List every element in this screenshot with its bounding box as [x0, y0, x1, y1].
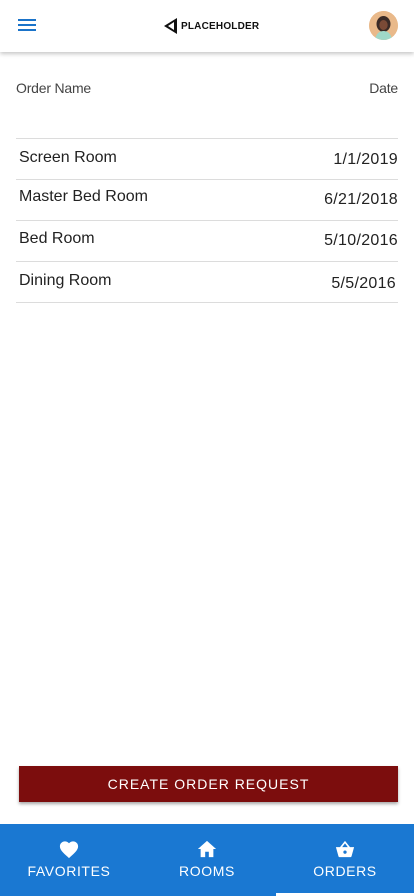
table-row[interactable]: Screen Room 1/1/2019	[16, 139, 398, 180]
table-row[interactable]: Master Bed Room 6/21/2018	[16, 180, 398, 221]
order-name: Bed Room	[19, 230, 95, 247]
create-order-request-button[interactable]: CREATE ORDER REQUEST	[19, 766, 398, 802]
logo-arrow-icon	[164, 18, 177, 34]
table-row[interactable]: Bed Room 5/10/2016	[16, 221, 398, 262]
order-date: 6/21/2018	[324, 191, 398, 208]
column-header-date: Date	[369, 80, 398, 96]
basket-icon	[333, 838, 357, 860]
table-header: Order Name Date	[16, 80, 398, 100]
top-app-bar: PLACEHOLDER	[0, 0, 414, 52]
menu-icon[interactable]	[16, 16, 40, 36]
order-date: 5/5/2016	[331, 275, 396, 292]
logo-text: PLACEHOLDER	[181, 20, 260, 32]
order-name: Screen Room	[19, 149, 117, 166]
order-date: 5/10/2016	[324, 232, 398, 249]
nav-orders[interactable]: ORDERS	[276, 824, 414, 896]
order-date: 1/1/2019	[333, 151, 398, 168]
order-name: Master Bed Room	[19, 188, 148, 205]
nav-favorites-label: FAVORITES	[27, 863, 111, 879]
logo: PLACEHOLDER	[163, 16, 259, 36]
avatar-icon	[369, 11, 398, 40]
home-icon	[195, 838, 219, 860]
table-row[interactable]: Dining Room 5/5/2016	[16, 262, 398, 303]
column-header-order-name: Order Name	[16, 80, 92, 96]
nav-rooms[interactable]: ROOMS	[138, 824, 276, 896]
avatar[interactable]	[369, 11, 398, 40]
nav-favorites[interactable]: FAVORITES	[0, 824, 138, 896]
orders-list: Screen Room 1/1/2019 Master Bed Room 6/2…	[16, 138, 398, 303]
heart-icon	[57, 838, 81, 860]
bottom-navigation: FAVORITES ROOMS ORDERS	[0, 824, 414, 896]
nav-orders-label: ORDERS	[313, 863, 377, 879]
order-name: Dining Room	[19, 272, 112, 289]
nav-rooms-label: ROOMS	[179, 863, 235, 879]
